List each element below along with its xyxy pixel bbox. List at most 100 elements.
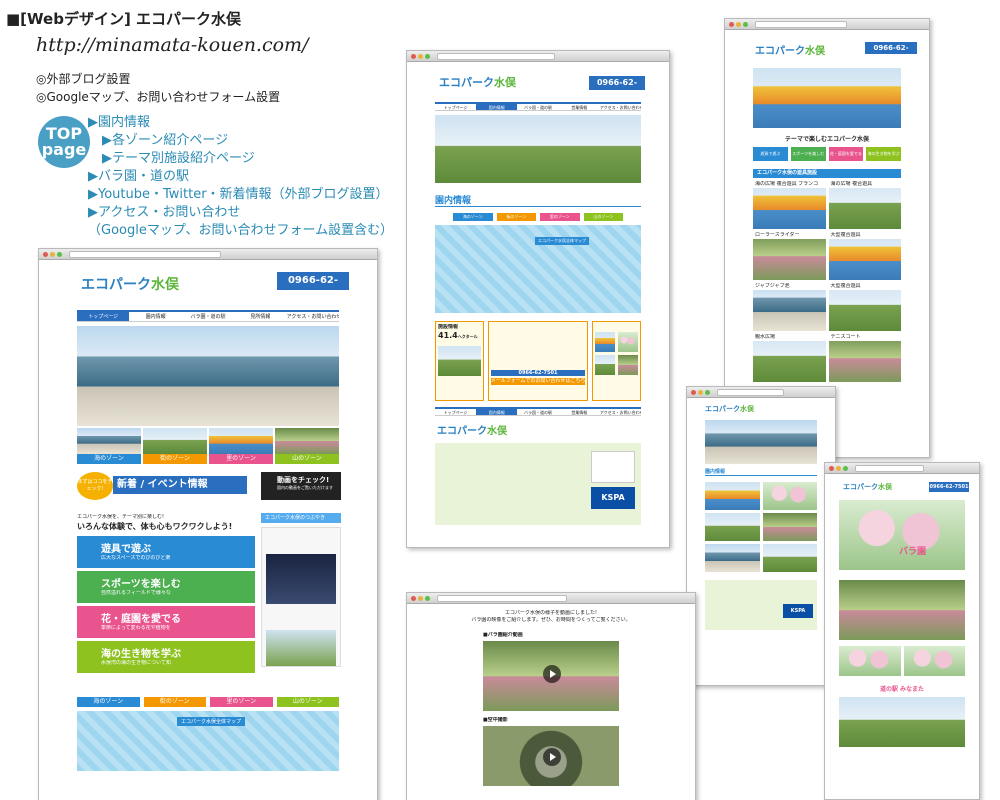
- nav-garden[interactable]: 園内情報: [129, 312, 181, 321]
- site-logo[interactable]: エコパーク水俣: [81, 274, 179, 294]
- nav-access[interactable]: アクセス・お問い合わせ: [600, 409, 641, 415]
- zone-tab-mountain[interactable]: 山のゾーン: [583, 213, 623, 221]
- nav-garden[interactable]: 園内情報: [476, 104, 518, 110]
- nav-business[interactable]: 営業情報: [559, 409, 600, 415]
- play-icon[interactable]: [543, 665, 561, 683]
- blog-intro: エコパーク水俣の様子を動画にしました!: [504, 610, 597, 616]
- map-tab-village[interactable]: 里のゾーン: [210, 697, 273, 707]
- footer-sitemap: KSPA: [705, 580, 817, 630]
- nav-top[interactable]: トップページ: [435, 104, 476, 110]
- browser-window-garden-info: エコパーク水俣 0966-62-7501 トップページ 園内情報 バラ園・道の駅…: [406, 50, 670, 548]
- video-banner[interactable]: 動画をチェック! 園内の動画をご覧いただけます: [261, 472, 341, 500]
- zone-tab-town[interactable]: 街のゾーン: [496, 213, 536, 221]
- kspa-banner[interactable]: KSPA: [591, 487, 635, 509]
- facility-tile[interactable]: 海の広場 複合遊具: [828, 181, 901, 229]
- map-tab-mountain[interactable]: 山のゾーン: [276, 697, 339, 707]
- rose-thumb[interactable]: [839, 646, 901, 676]
- browser-window-blog-video: エコパーク水俣の様子を動画にしました! バラ園の映像をご紹介します。ぜひ、お時間…: [406, 592, 696, 800]
- hero-photo: [435, 115, 641, 183]
- zone-photo[interactable]: [762, 513, 817, 541]
- park-map[interactable]: エコパーク水俣全体マップ: [435, 225, 641, 313]
- catch-small: エコパーク水俣を、テーマ別に楽しむ!: [77, 514, 165, 520]
- zone-photo[interactable]: [762, 482, 817, 510]
- portfolio-title: ■[Webデザイン] エコパーク水俣: [6, 10, 242, 28]
- twitter-header[interactable]: エコパーク水俣のつぶやき: [261, 513, 341, 523]
- phone-number[interactable]: 0966-62-7501: [865, 42, 917, 64]
- phone-number[interactable]: 0966-62-7501: [929, 482, 969, 492]
- tweet-photo: [266, 630, 336, 666]
- theme-sports[interactable]: スポーツを楽しむ自然溢れるフィールドで様々なスポーツを楽しめます: [77, 571, 255, 603]
- zone-photo[interactable]: [705, 544, 760, 572]
- facility-tile[interactable]: 大型複合遊具: [828, 232, 901, 280]
- hero-photo: [753, 68, 901, 128]
- zone-tile-sea[interactable]: 海のゾーン: [77, 428, 141, 464]
- site-logo[interactable]: エコパーク水俣: [843, 482, 892, 492]
- feature-blog: ◎外部ブログ設置: [36, 72, 131, 86]
- zone-tile-village[interactable]: 里のゾーン: [209, 428, 273, 464]
- top-page-badge: TOP page: [38, 116, 90, 168]
- footer-logo[interactable]: エコパーク水俣: [437, 422, 639, 437]
- side-banner[interactable]: [591, 451, 635, 483]
- theme-playground[interactable]: 遊具で遊ぶ広大なスペースでのびのびと楽しく遊ぼう: [77, 536, 255, 568]
- video-player[interactable]: [483, 641, 619, 711]
- zone-tile-town[interactable]: 街のゾーン: [143, 428, 207, 464]
- park-map[interactable]: エコパーク水俣全体マップ: [77, 711, 339, 771]
- site-logo[interactable]: エコパーク水俣: [705, 404, 754, 414]
- news-row: まずはココをチェック! 新着 / イベント情報 動画をチェック! 園内の動画をご…: [77, 472, 341, 506]
- nav-access[interactable]: アクセス・お問い合わせ: [287, 312, 339, 321]
- nav-business[interactable]: 営業情報: [559, 104, 600, 110]
- news-title[interactable]: 新着 / イベント情報: [113, 476, 247, 494]
- info-box-park: 0966-62-7501 メールフォームでのお問い合わせはこちら: [487, 321, 589, 401]
- facility-tile[interactable]: 大型複合遊具: [828, 283, 901, 331]
- site-logo[interactable]: エコパーク水俣: [755, 42, 825, 57]
- nav-rose[interactable]: バラ園・道の駅: [517, 104, 558, 110]
- zone-photo[interactable]: [762, 544, 817, 572]
- map-tab-town[interactable]: 街のゾーン: [143, 697, 206, 707]
- map-tab-sea[interactable]: 海のゾーン: [77, 697, 140, 707]
- nav-rose[interactable]: バラ園・道の駅: [517, 409, 558, 415]
- nav-rose[interactable]: バラ園・道の駅: [182, 312, 234, 321]
- section-heading: 園内情報: [435, 193, 641, 207]
- phone-number[interactable]: 0966-62-7501: [490, 370, 586, 376]
- theme-button-sealife[interactable]: 海の生き物を学ぶ: [866, 147, 901, 161]
- zone-tile-mountain[interactable]: 山のゾーン: [275, 428, 339, 464]
- facility-tile[interactable]: ローラースライダー: [753, 232, 826, 280]
- nav-top[interactable]: トップページ: [435, 409, 476, 415]
- nav-garden[interactable]: 園内情報: [476, 409, 518, 415]
- theme-list: 遊具で遊ぶ広大なスペースでのびのびと楽しく遊ぼう スポーツを楽しむ自然溢れるフィ…: [77, 536, 255, 673]
- badge-line-page: page: [41, 140, 87, 159]
- theme-button-sports[interactable]: スポーツを楽しむ: [790, 147, 826, 161]
- info-box-facility: 施設情報 41.4ヘクタール: [435, 321, 484, 401]
- theme-sealife[interactable]: 海の生き物を学ぶ水俣湾の海の生き物について知ることができます: [77, 641, 255, 673]
- zone-photo[interactable]: [705, 482, 760, 510]
- blog-category: ■バラ園紹介動画: [483, 632, 523, 638]
- site-logo[interactable]: エコパーク水俣: [439, 74, 516, 90]
- facility-tile[interactable]: 海の広場 複合遊具 ブランコ: [753, 181, 826, 229]
- theme-flowers[interactable]: 花・庭園を愛でる季節によって変わる花や植物を身近で感じられます: [77, 606, 255, 638]
- play-icon[interactable]: [543, 748, 561, 766]
- zone-photo[interactable]: [705, 513, 760, 541]
- theme-button-flowers[interactable]: 花・庭園を愛でる: [828, 147, 864, 161]
- phone-number[interactable]: 0966-62-7501: [589, 76, 645, 101]
- nav-highlight[interactable]: 見所情報: [234, 312, 286, 321]
- nav-top[interactable]: トップページ: [77, 312, 130, 321]
- facility-tile[interactable]: ジャブジャブ池: [753, 283, 826, 331]
- blog-category: ■空中撮影: [483, 717, 508, 723]
- nav-access[interactable]: アクセス・お問い合わせ: [600, 104, 641, 110]
- phone-number[interactable]: 0966-62-7501: [277, 272, 349, 304]
- facility-tile[interactable]: 親水広場: [753, 334, 826, 382]
- site-header: エコパーク水俣 0966-62-7501: [39, 260, 377, 310]
- tweet-photo: [266, 554, 336, 604]
- zone-tab-village[interactable]: 里のゾーン: [540, 213, 580, 221]
- michinoeki-photo: [839, 697, 965, 747]
- rose-thumb[interactable]: [903, 646, 965, 676]
- zone-tab-sea[interactable]: 海のゾーン: [453, 213, 493, 221]
- kspa-banner[interactable]: KSPA: [783, 604, 813, 618]
- twitter-feed[interactable]: [261, 527, 341, 667]
- theme-button-playground[interactable]: 遊具で遊ぶ: [753, 147, 788, 161]
- news-badge: まずはココをチェック!: [77, 472, 113, 500]
- facility-tile[interactable]: テニスコート: [828, 334, 901, 382]
- site-header: エコパーク水俣 0966-62-7501: [725, 30, 929, 68]
- mail-form-button[interactable]: メールフォームでのお問い合わせはこちら: [490, 378, 586, 385]
- video-player[interactable]: [483, 726, 619, 786]
